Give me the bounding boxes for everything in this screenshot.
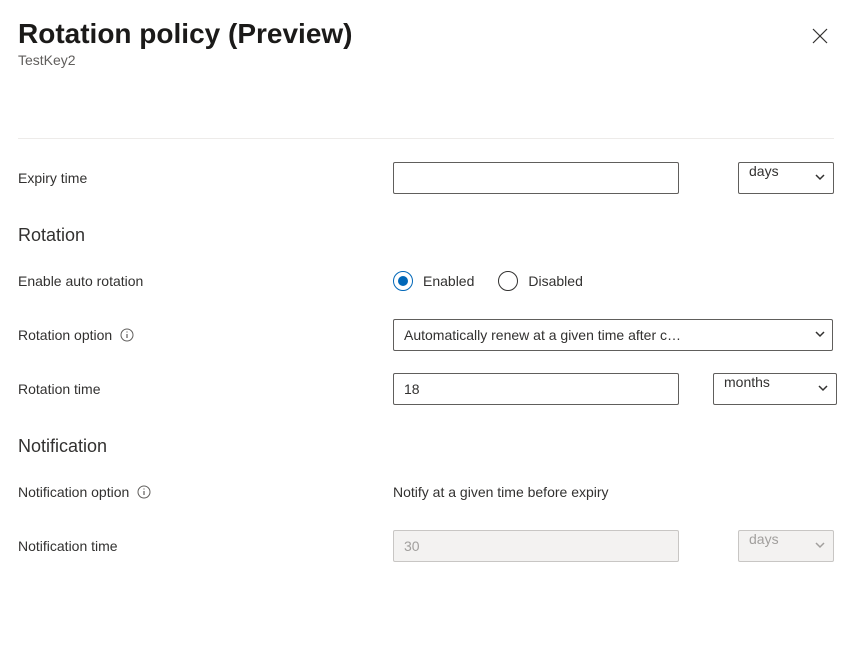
- close-button[interactable]: [806, 22, 834, 53]
- notification-time-unit-select: days: [738, 530, 834, 562]
- notification-option-label: Notification option: [18, 484, 393, 500]
- info-icon[interactable]: [120, 328, 134, 342]
- radio-disabled[interactable]: Disabled: [498, 271, 582, 291]
- notification-time-input: [393, 530, 679, 562]
- radio-enabled[interactable]: Enabled: [393, 271, 474, 291]
- expiry-time-unit-select[interactable]: days: [738, 162, 834, 194]
- info-icon[interactable]: [137, 485, 151, 499]
- enable-auto-rotation-label: Enable auto rotation: [18, 273, 393, 289]
- page-title: Rotation policy (Preview): [18, 18, 353, 50]
- radio-circle-icon: [393, 271, 413, 291]
- notification-option-value: Notify at a given time before expiry: [393, 484, 609, 500]
- rotation-time-input[interactable]: [393, 373, 679, 405]
- radio-enabled-label: Enabled: [423, 273, 474, 289]
- rotation-heading: Rotation: [18, 225, 834, 246]
- auto-rotation-radio-group: Enabled Disabled: [393, 271, 583, 291]
- divider: [18, 138, 834, 139]
- expiry-time-input[interactable]: [393, 162, 679, 194]
- rotation-option-label: Rotation option: [18, 327, 393, 343]
- close-icon: [812, 32, 828, 47]
- radio-circle-icon: [498, 271, 518, 291]
- page-subtitle: TestKey2: [18, 52, 353, 68]
- notification-heading: Notification: [18, 436, 834, 457]
- expiry-time-label: Expiry time: [18, 170, 393, 186]
- rotation-time-label: Rotation time: [18, 381, 393, 397]
- rotation-option-select[interactable]: Automatically renew at a given time afte…: [393, 319, 833, 351]
- notification-time-label: Notification time: [18, 538, 393, 554]
- rotation-time-unit-select[interactable]: months: [713, 373, 837, 405]
- radio-disabled-label: Disabled: [528, 273, 582, 289]
